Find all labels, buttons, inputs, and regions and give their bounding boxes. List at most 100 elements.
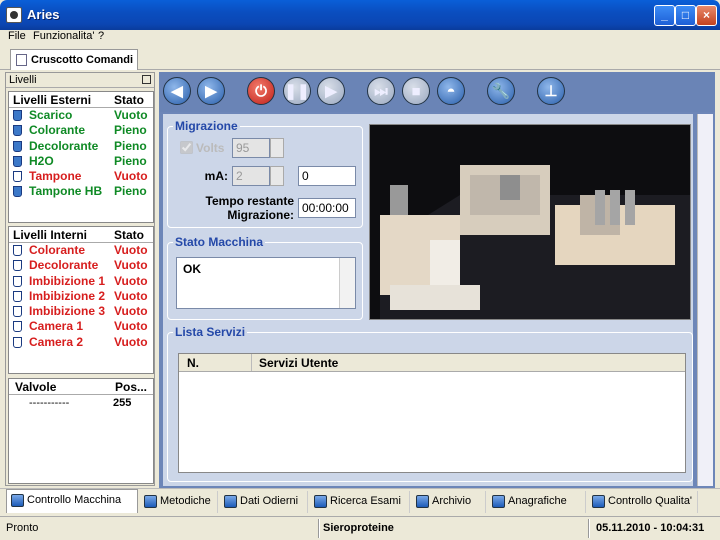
services-table[interactable]: N. Servizi Utente (178, 353, 686, 473)
maximize-button[interactable]: □ (675, 5, 696, 26)
menu-file[interactable]: File (8, 30, 26, 42)
level-row[interactable]: Imbibizione 2 Vuoto (9, 289, 153, 304)
dome-icon[interactable]: ◓ (437, 77, 465, 105)
close-button[interactable]: × (696, 5, 717, 26)
tank-icon (13, 245, 22, 256)
valves-grid: Valvole Pos... ----------- 255 (8, 378, 154, 484)
services-table-header: N. Servizi Utente (179, 354, 685, 372)
menu-funzionalita[interactable]: Funzionalita' (33, 30, 94, 42)
bottom-tab-4[interactable]: Archivio (412, 491, 486, 513)
level-state: Pieno (114, 138, 147, 153)
level-state: Vuoto (114, 319, 148, 334)
bottom-tab-2[interactable]: Dati Odierni (220, 491, 308, 513)
level-row[interactable]: Decolorante Pieno (9, 139, 153, 154)
tank-icon (13, 275, 22, 287)
level-state: Pieno (114, 153, 147, 168)
tank-icon (13, 155, 22, 167)
tank-icon (13, 336, 22, 348)
column-header-name: Livelli Interni (13, 228, 88, 242)
level-state: Vuoto (114, 243, 148, 257)
level-state: Vuoto (114, 273, 148, 288)
external-levels-grid: Livelli Esterni Stato Scarico Vuoto Colora… (8, 91, 154, 223)
column-header-position: Pos... (115, 380, 148, 394)
power-icon[interactable]: ⏻ (247, 77, 275, 105)
tank-icon (13, 125, 22, 137)
bottom-tab-0[interactable]: Controllo Macchina (6, 489, 138, 513)
level-name: Camera 2 (29, 334, 84, 349)
level-name: Imbibizione 1 (29, 273, 106, 288)
bottom-tab-label: Ricerca Esami (330, 495, 401, 507)
volts-input[interactable]: 95 (232, 138, 270, 158)
level-name: Decolorante (29, 138, 99, 153)
stato-textbox[interactable]: OK (176, 257, 356, 309)
main-scrollbar[interactable] (697, 114, 713, 486)
group-title: Stato Macchina (173, 235, 266, 249)
menu-help[interactable]: ? (98, 30, 104, 42)
pause-icon[interactable]: ❚❚ (283, 77, 311, 105)
tab-icon (492, 495, 505, 508)
bottom-tab-1[interactable]: Metodiche (140, 491, 218, 513)
play-icon[interactable]: ▶ (317, 77, 345, 105)
level-row[interactable]: Imbibizione 3 Vuoto (9, 304, 153, 319)
ma-spinner[interactable] (270, 166, 284, 186)
level-row[interactable]: Colorante Vuoto (9, 243, 153, 258)
level-row[interactable]: H2O Pieno (9, 154, 153, 169)
grid-header: Livelli Esterni Stato (9, 92, 153, 108)
volts-spinner[interactable] (270, 138, 284, 158)
top-tabstrip: Cruscotto Comandi (0, 44, 720, 70)
main-panel: ◀ ▶ ⏻ ❚❚ ▶ ⏭ ■ ◓ 🔧 ⊥ Migrazione Volts 95… (159, 72, 715, 488)
level-row[interactable]: Camera 1 Vuoto (9, 319, 153, 334)
level-state: Pieno (114, 184, 147, 199)
pin-icon[interactable] (142, 75, 151, 84)
ma-actual-field: 0 (298, 166, 356, 186)
level-row[interactable]: Tampone HB Pieno (9, 184, 153, 199)
bottom-tab-5[interactable]: Anagrafiche (488, 491, 586, 513)
level-name: Decolorante (29, 258, 99, 273)
level-row[interactable]: Tampone Vuoto (9, 169, 153, 184)
levels-panel: Livelli Livelli Esterni Stato Scarico Vuo… (5, 72, 155, 486)
tab-cruscotto-comandi[interactable]: Cruscotto Comandi (10, 49, 138, 70)
level-name: Imbibizione 2 (29, 288, 106, 303)
skip-icon[interactable]: ⏭ (367, 77, 395, 105)
column-header-services[interactable]: Servizi Utente (259, 356, 338, 370)
wrench-icon[interactable]: 🔧 (487, 77, 515, 105)
bottom-tab-label: Anagrafiche (508, 495, 567, 507)
bottom-tab-6[interactable]: Controllo Qualita' (588, 491, 698, 513)
levels-panel-title: Livelli (9, 74, 37, 86)
ma-input[interactable]: 2 (232, 166, 270, 186)
stato-scrollbar[interactable] (339, 258, 355, 308)
status-ready: Pronto (6, 522, 39, 534)
level-name: Tampone (29, 169, 82, 184)
back-icon[interactable]: ◀ (163, 77, 191, 105)
valve-row[interactable]: ----------- 255 (9, 395, 153, 410)
minimize-button[interactable]: _ (654, 5, 675, 26)
tank-icon (13, 321, 22, 333)
bottom-tab-label: Controllo Macchina (27, 494, 122, 506)
levels-panel-header: Livelli (6, 73, 154, 88)
level-name: Colorante (29, 243, 86, 257)
instrument-photo (369, 124, 691, 320)
lamp-icon[interactable]: ⊥ (537, 77, 565, 105)
column-header-number[interactable]: N. (187, 356, 199, 370)
level-state: Vuoto (114, 334, 148, 349)
volts-checkbox[interactable] (180, 141, 193, 154)
level-row[interactable]: Camera 2 Vuoto (9, 335, 153, 350)
bottom-tab-label: Archivio (432, 495, 472, 507)
stato-macchina-group: Stato Macchina OK (167, 235, 363, 320)
tank-icon (13, 260, 22, 272)
level-state: Vuoto (114, 304, 148, 319)
forward-icon[interactable]: ▶ (197, 77, 225, 105)
level-state: Pieno (114, 123, 147, 138)
level-row[interactable]: Decolorante Vuoto (9, 258, 153, 273)
content-area: Migrazione Volts 95 mA: 2 0 Tempo restan… (163, 114, 693, 486)
level-row[interactable]: Imbibizione 1 Vuoto (9, 274, 153, 289)
level-name: Scarico (29, 108, 73, 122)
document-icon (16, 54, 27, 66)
stop-icon[interactable]: ■ (402, 77, 430, 105)
bottom-tab-3[interactable]: Ricerca Esami (310, 491, 410, 513)
tab-icon (314, 495, 327, 508)
level-row[interactable]: Colorante Pieno (9, 123, 153, 138)
tab-label: Cruscotto Comandi (31, 54, 134, 66)
level-row[interactable]: Scarico Vuoto (9, 108, 153, 123)
tank-icon (13, 186, 22, 198)
